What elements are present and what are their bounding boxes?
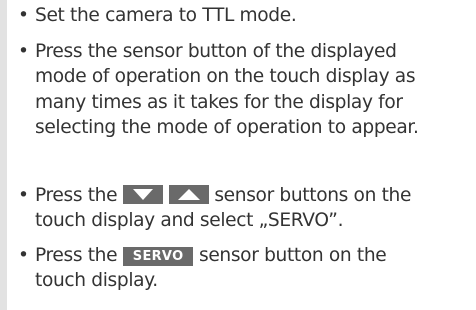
servo-sensor-button: SERVO <box>122 246 194 266</box>
bullet: • <box>18 5 29 26</box>
bullet: • <box>18 40 29 62</box>
list-item: • Press the sensor buttons on the touch … <box>18 183 474 234</box>
item-text-line: Set the camera to TTL mode. <box>35 5 297 26</box>
item-text-segment: Press the <box>35 244 118 266</box>
item-text-line: mode of operation on the touch display a… <box>35 66 416 87</box>
item-text-segment: sensor buttons on the <box>214 184 412 206</box>
list-item: • Press the sensor button of the display… <box>18 39 474 141</box>
bullet: • <box>18 184 29 206</box>
list-item: • Set the camera to TTL mode. <box>18 3 474 29</box>
bullet: • <box>18 244 29 266</box>
item-text-line: touch display. <box>35 270 158 291</box>
item-text-segment: Press the <box>35 184 118 206</box>
item-text-line: Press the sensor button of the displayed <box>35 40 397 62</box>
item-text-line: many times as it takes for the display f… <box>35 91 403 113</box>
item-text-line: selecting the mode of operation to appea… <box>35 117 419 138</box>
item-text-line: touch display and select „SERVO”. <box>35 210 344 231</box>
item-text-line: Press the SERVO sensor button on the <box>35 243 474 269</box>
item-text-segment: sensor button on the <box>198 244 387 266</box>
instruction-list: • Set the camera to TTL mode. • Press th… <box>18 0 474 294</box>
list-item: • Press the SERVO sensor button on the t… <box>18 243 474 294</box>
left-margin-rule <box>0 0 7 310</box>
up-arrow-icon <box>168 184 209 204</box>
item-text-line: Press the sensor buttons on the <box>35 183 474 209</box>
down-arrow-icon <box>122 184 163 204</box>
